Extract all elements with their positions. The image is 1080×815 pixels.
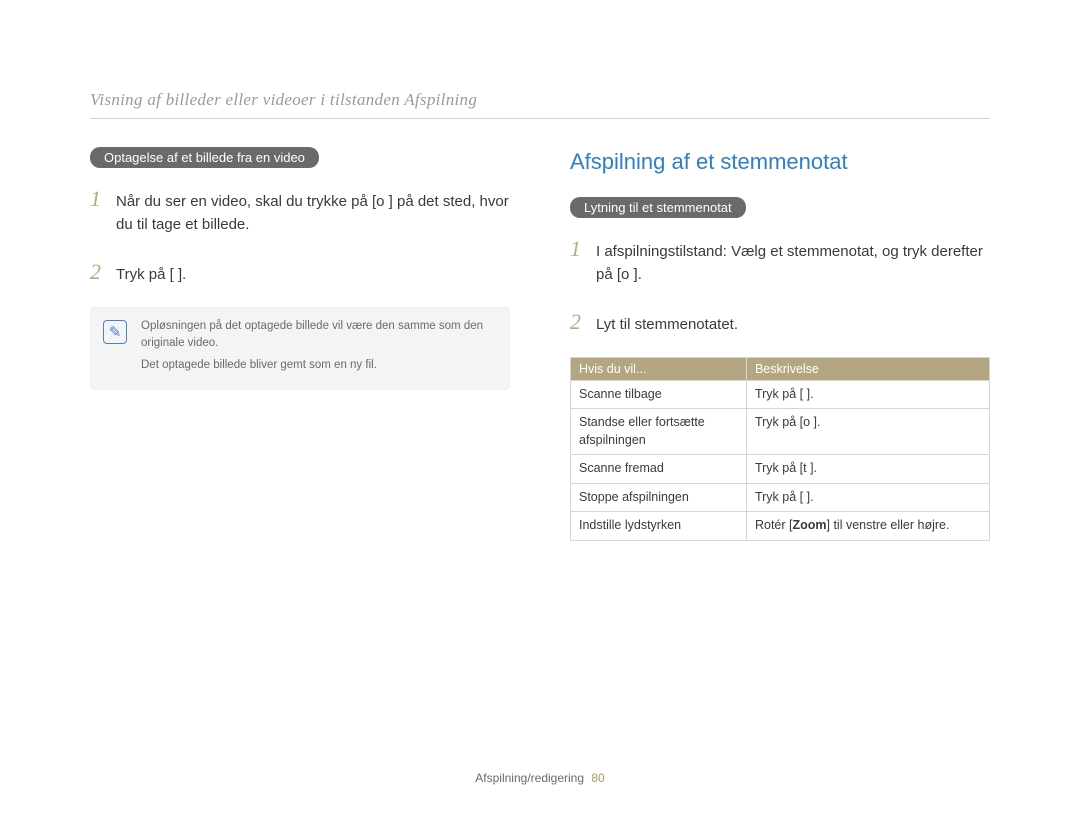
page-footer: Afspilning/redigering 80	[0, 771, 1080, 785]
step-text: Når du ser en video, skal du trykke på […	[116, 190, 510, 237]
note-box: ✎ Opløsningen på det optagede billede vi…	[90, 307, 510, 390]
step-number: 1	[570, 232, 586, 266]
cell-description: Tryk på [ ].	[746, 483, 989, 512]
table-header-description: Beskrivelse	[746, 357, 989, 380]
right-section-label: Lytning til et stemmenotat	[570, 197, 746, 218]
voice-memo-table: Hvis du vil... Beskrivelse Scanne tilbag…	[570, 357, 990, 541]
table-row: Indstille lydstyrken Rotér [Zoom] til ve…	[571, 512, 990, 541]
cell-description: Tryk på [ ].	[746, 380, 989, 409]
footer-page-number: 80	[591, 771, 604, 785]
right-step-1: 1 I afspilningstilstand: Vælg et stemmen…	[570, 232, 990, 287]
cell-description: Rotér [Zoom] til venstre eller højre.	[746, 512, 989, 541]
cell-action: Scanne fremad	[571, 455, 747, 484]
page-breadcrumb: Visning af billeder eller videoer i tils…	[90, 90, 990, 119]
footer-section: Afspilning/redigering	[475, 771, 584, 785]
left-step-1: 1 Når du ser en video, skal du trykke på…	[90, 182, 510, 237]
cell-action: Stoppe afspilningen	[571, 483, 747, 512]
step-text: I afspilningstilstand: Vælg et stemmenot…	[596, 240, 990, 287]
cell-action: Scanne tilbage	[571, 380, 747, 409]
left-step-2: 2 Tryk på [ ].	[90, 255, 510, 289]
step-text: Lyt til stemmenotatet.	[596, 313, 990, 336]
left-section-label: Optagelse af et billede fra en video	[90, 147, 319, 168]
note-body: Opløsningen på det optagede billede vil …	[141, 318, 497, 379]
note-icon: ✎	[103, 320, 127, 344]
table-row: Standse eller fortsætte afspilningen Try…	[571, 409, 990, 455]
note-line-1: Opløsningen på det optagede billede vil …	[141, 318, 497, 354]
cell-description: Tryk på [t ].	[746, 455, 989, 484]
step-text: Tryk på [ ].	[116, 263, 510, 286]
cell-description: Tryk på [o ].	[746, 409, 989, 455]
table-header-action: Hvis du vil...	[571, 357, 747, 380]
table-row: Stoppe afspilningen Tryk på [ ].	[571, 483, 990, 512]
cell-action: Standse eller fortsætte afspilningen	[571, 409, 747, 455]
table-row: Scanne tilbage Tryk på [ ].	[571, 380, 990, 409]
step-number: 1	[90, 182, 106, 216]
cell-action: Indstille lydstyrken	[571, 512, 747, 541]
right-step-2: 2 Lyt til stemmenotatet.	[570, 305, 990, 339]
step-number: 2	[90, 255, 106, 289]
right-heading: Afspilning af et stemmenotat	[570, 149, 990, 175]
right-column: Afspilning af et stemmenotat Lytning til…	[570, 147, 990, 541]
table-row: Scanne fremad Tryk på [t ].	[571, 455, 990, 484]
note-line-2: Det optagede billede bliver gemt som en …	[141, 357, 497, 375]
content-columns: Optagelse af et billede fra en video 1 N…	[90, 147, 990, 541]
left-column: Optagelse af et billede fra en video 1 N…	[90, 147, 510, 541]
step-number: 2	[570, 305, 586, 339]
